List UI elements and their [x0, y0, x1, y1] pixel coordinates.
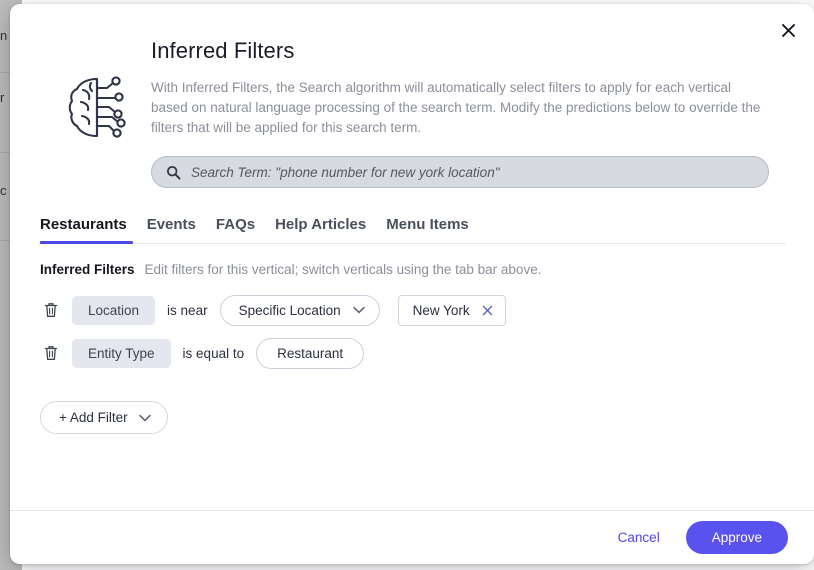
close-icon[interactable]	[482, 305, 493, 316]
tab-events[interactable]: Events	[137, 216, 206, 243]
filters-panel: Inferred Filters Edit filters for this v…	[10, 262, 814, 434]
trash-icon[interactable]	[38, 345, 64, 361]
filter-field-entity-type[interactable]: Entity Type	[72, 338, 171, 368]
brain-circuit-icon	[48, 38, 148, 140]
filter-row: Location is near Specific Location New Y…	[38, 291, 786, 329]
modal-footer: Cancel Approve	[10, 510, 814, 564]
approve-button[interactable]: Approve	[685, 521, 788, 554]
modal-header: Inferred Filters With Inferred Filters, …	[10, 4, 814, 188]
filter-operator: is equal to	[182, 345, 245, 361]
filter-field-location[interactable]: Location	[72, 295, 156, 325]
filter-row: Entity Type is equal to Restaurant	[38, 334, 786, 372]
inferred-filters-modal: Inferred Filters With Inferred Filters, …	[10, 4, 814, 564]
search-icon	[166, 165, 181, 179]
search-input[interactable]: Search Term: "phone number for new york …	[151, 156, 769, 188]
search-term-value: Search Term: "phone number for new york …	[191, 164, 500, 180]
page-title: Inferred Filters	[151, 38, 295, 63]
modal-description: With Inferred Filters, the Search algori…	[151, 80, 761, 135]
tab-menu-items[interactable]: Menu Items	[376, 216, 479, 243]
section-subtitle: Edit filters for this vertical; switch v…	[144, 262, 542, 277]
add-filter-button[interactable]: + Add Filter	[40, 401, 168, 434]
cancel-button[interactable]: Cancel	[614, 524, 664, 551]
tab-restaurants[interactable]: Restaurants	[38, 216, 137, 244]
location-type-value: Specific Location	[238, 302, 341, 318]
filter-operator: is near	[167, 302, 208, 318]
location-value-tag[interactable]: New York	[397, 294, 506, 326]
vertical-tab-bar: Restaurants Events FAQs Help Articles Me…	[10, 216, 814, 244]
chevron-down-icon	[352, 306, 365, 314]
add-filter-label: + Add Filter	[59, 410, 128, 425]
chevron-down-icon	[138, 414, 151, 422]
location-value-label: New York	[412, 302, 470, 318]
tab-help-articles[interactable]: Help Articles	[265, 216, 376, 243]
entity-type-value[interactable]: Restaurant	[256, 337, 365, 369]
trash-icon[interactable]	[38, 302, 64, 318]
tab-faqs[interactable]: FAQs	[206, 216, 265, 243]
section-header: Inferred Filters Edit filters for this v…	[38, 262, 786, 277]
section-title: Inferred Filters	[40, 262, 135, 277]
location-type-select[interactable]: Specific Location	[219, 294, 380, 326]
